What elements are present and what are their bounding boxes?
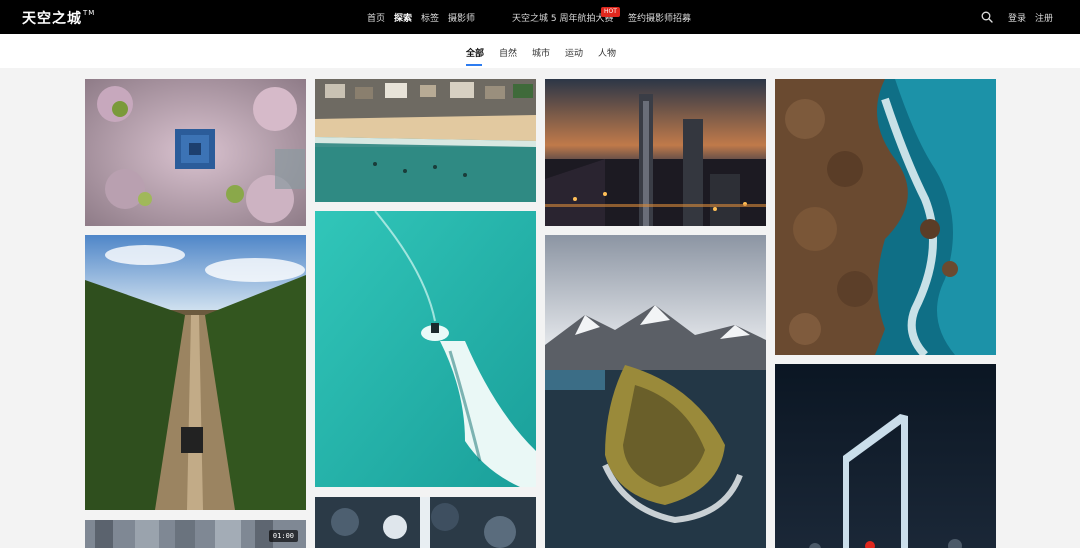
category-all[interactable]: 全部 — [466, 46, 484, 59]
photo-tile-mountain-island[interactable] — [545, 235, 766, 548]
snow-forest-image — [315, 497, 536, 548]
category-bar: 全部 自然 城市 运动 人物 — [0, 34, 1080, 68]
category-city[interactable]: 城市 — [532, 46, 550, 59]
night-skyline-image — [545, 79, 766, 226]
forest-road-image — [85, 235, 306, 510]
photo-tile-jetski[interactable] — [315, 211, 536, 487]
photo-tile-rocky-coast[interactable] — [775, 79, 996, 355]
video-duration: 01:00 — [268, 530, 298, 542]
neon-frame-image — [775, 364, 996, 548]
nav-item-recruit[interactable]: 签约摄影师招募 — [628, 11, 691, 24]
nav-item-tags[interactable]: 标签 — [421, 11, 439, 24]
photo-tile-snow-forest[interactable] — [315, 497, 536, 548]
photo-tile-forest-road[interactable] — [85, 235, 306, 510]
photo-tile-beach-town[interactable] — [315, 79, 536, 202]
logo-trademark: TM — [83, 9, 96, 18]
login-link[interactable]: 登录 — [1008, 11, 1026, 24]
nav-item-contest[interactable]: 天空之城 5 周年航拍大赛 — [512, 11, 613, 24]
rocky-coast-image — [775, 79, 996, 355]
category-nature[interactable]: 自然 — [499, 46, 517, 59]
nav-item-photographers[interactable]: 摄影师 — [448, 11, 475, 24]
category-sports[interactable]: 运动 — [565, 46, 583, 59]
search-icon[interactable] — [981, 11, 993, 23]
photo-tile-night-skyline[interactable] — [545, 79, 766, 226]
jetski-water-image — [315, 211, 536, 487]
mountain-island-image — [545, 235, 766, 548]
video-tile-city[interactable]: 01:00 — [85, 520, 306, 548]
top-bar: 天空之城TM 首页 探索 标签 摄影师 天空之城 5 周年航拍大赛 HOT 签约… — [0, 0, 1080, 34]
beach-town-image — [315, 79, 536, 202]
pavilion-blossom-image — [85, 79, 306, 226]
main-nav: 首页 探索 标签 摄影师 天空之城 5 周年航拍大赛 HOT 签约摄影师招募 — [0, 0, 1080, 34]
nav-item-home[interactable]: 首页 — [367, 11, 385, 24]
site-logo[interactable]: 天空之城TM — [22, 8, 95, 28]
category-people[interactable]: 人物 — [598, 46, 616, 59]
photo-tile-pavilion[interactable] — [85, 79, 306, 226]
nav-item-explore[interactable]: 探索 — [394, 11, 412, 24]
register-link[interactable]: 注册 — [1035, 11, 1053, 24]
logo-text: 天空之城 — [22, 11, 82, 27]
photo-tile-neon-frame[interactable] — [775, 364, 996, 548]
category-active-indicator — [466, 64, 482, 66]
